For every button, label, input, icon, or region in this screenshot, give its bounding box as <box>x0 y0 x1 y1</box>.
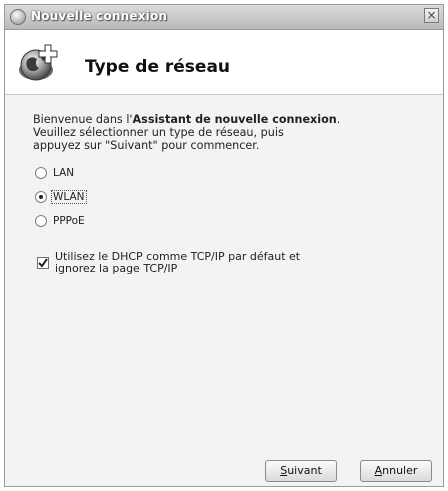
intro-line-1: Bienvenue dans l'Assistant de nouvelle c… <box>33 113 341 126</box>
radio-button-lan[interactable] <box>35 167 47 179</box>
close-icon[interactable]: × <box>424 8 439 23</box>
radio-label-wlan: WLAN <box>51 190 87 204</box>
radio-pppoe[interactable]: PPPoE <box>35 213 86 229</box>
radio-label-pppoe: PPPoE <box>53 215 85 227</box>
radio-button-wlan[interactable] <box>35 191 47 203</box>
title-bar[interactable]: Nouvelle connexion × <box>5 5 443 30</box>
dhcp-checkbox[interactable] <box>37 257 49 269</box>
dhcp-option[interactable]: Utilisez le DHCP comme TCP/IP par défaut… <box>37 251 325 275</box>
radio-lan[interactable]: LAN <box>35 165 75 181</box>
radio-label-lan: LAN <box>53 167 75 179</box>
next-button[interactable]: Suivant <box>265 460 337 482</box>
window-title: Nouvelle connexion <box>31 9 168 23</box>
intro-text: Bienvenue dans l'Assistant de nouvelle c… <box>33 113 433 152</box>
app-icon <box>10 9 26 25</box>
page-title: Type de réseau <box>85 57 231 77</box>
dhcp-label: Utilisez le DHCP comme TCP/IP par défaut… <box>55 250 301 275</box>
intro-line-2: Veuillez sélectionner un type de réseau,… <box>33 126 284 139</box>
wizard-header: Type de réseau <box>5 30 443 95</box>
network-globe-plus-icon <box>19 44 58 81</box>
intro-line-3: appuyez sur "Suivant" pour commencer. <box>33 139 260 152</box>
cancel-button[interactable]: Annuler <box>360 460 432 482</box>
checkmark-icon <box>38 258 48 268</box>
radio-button-pppoe[interactable] <box>35 215 47 227</box>
radio-wlan[interactable]: WLAN <box>35 189 87 205</box>
wizard-window: Nouvelle connexion × Type de réseau Bien… <box>4 4 444 487</box>
